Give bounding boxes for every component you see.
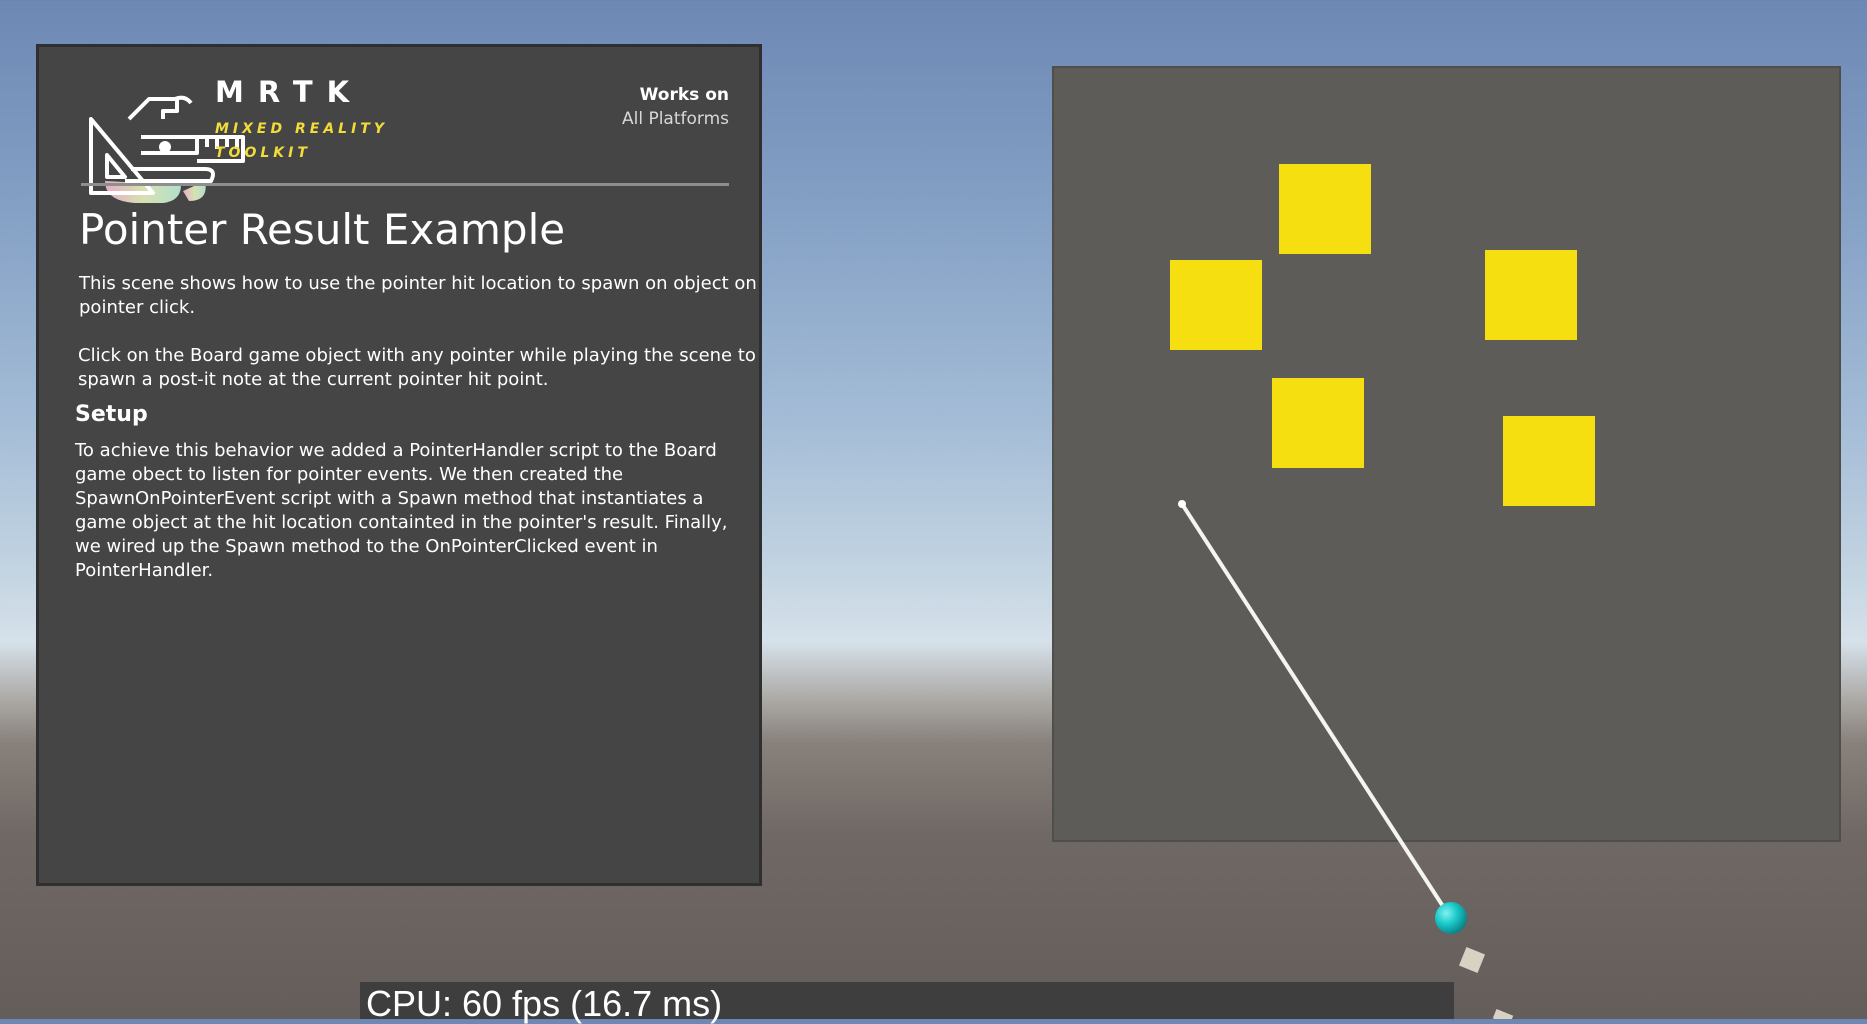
controller-cube-icon <box>1492 1008 1514 1019</box>
pointer-ray-line <box>1180 502 1450 916</box>
controller-sphere-icon <box>1435 902 1467 934</box>
pointer-ray <box>1178 500 1514 1019</box>
cpu-stats: CPU: 60 fps (16.7 ms) <box>366 983 723 1024</box>
controller-cube-icon <box>1458 946 1486 974</box>
pointer-hit-cursor-icon <box>1178 500 1186 508</box>
